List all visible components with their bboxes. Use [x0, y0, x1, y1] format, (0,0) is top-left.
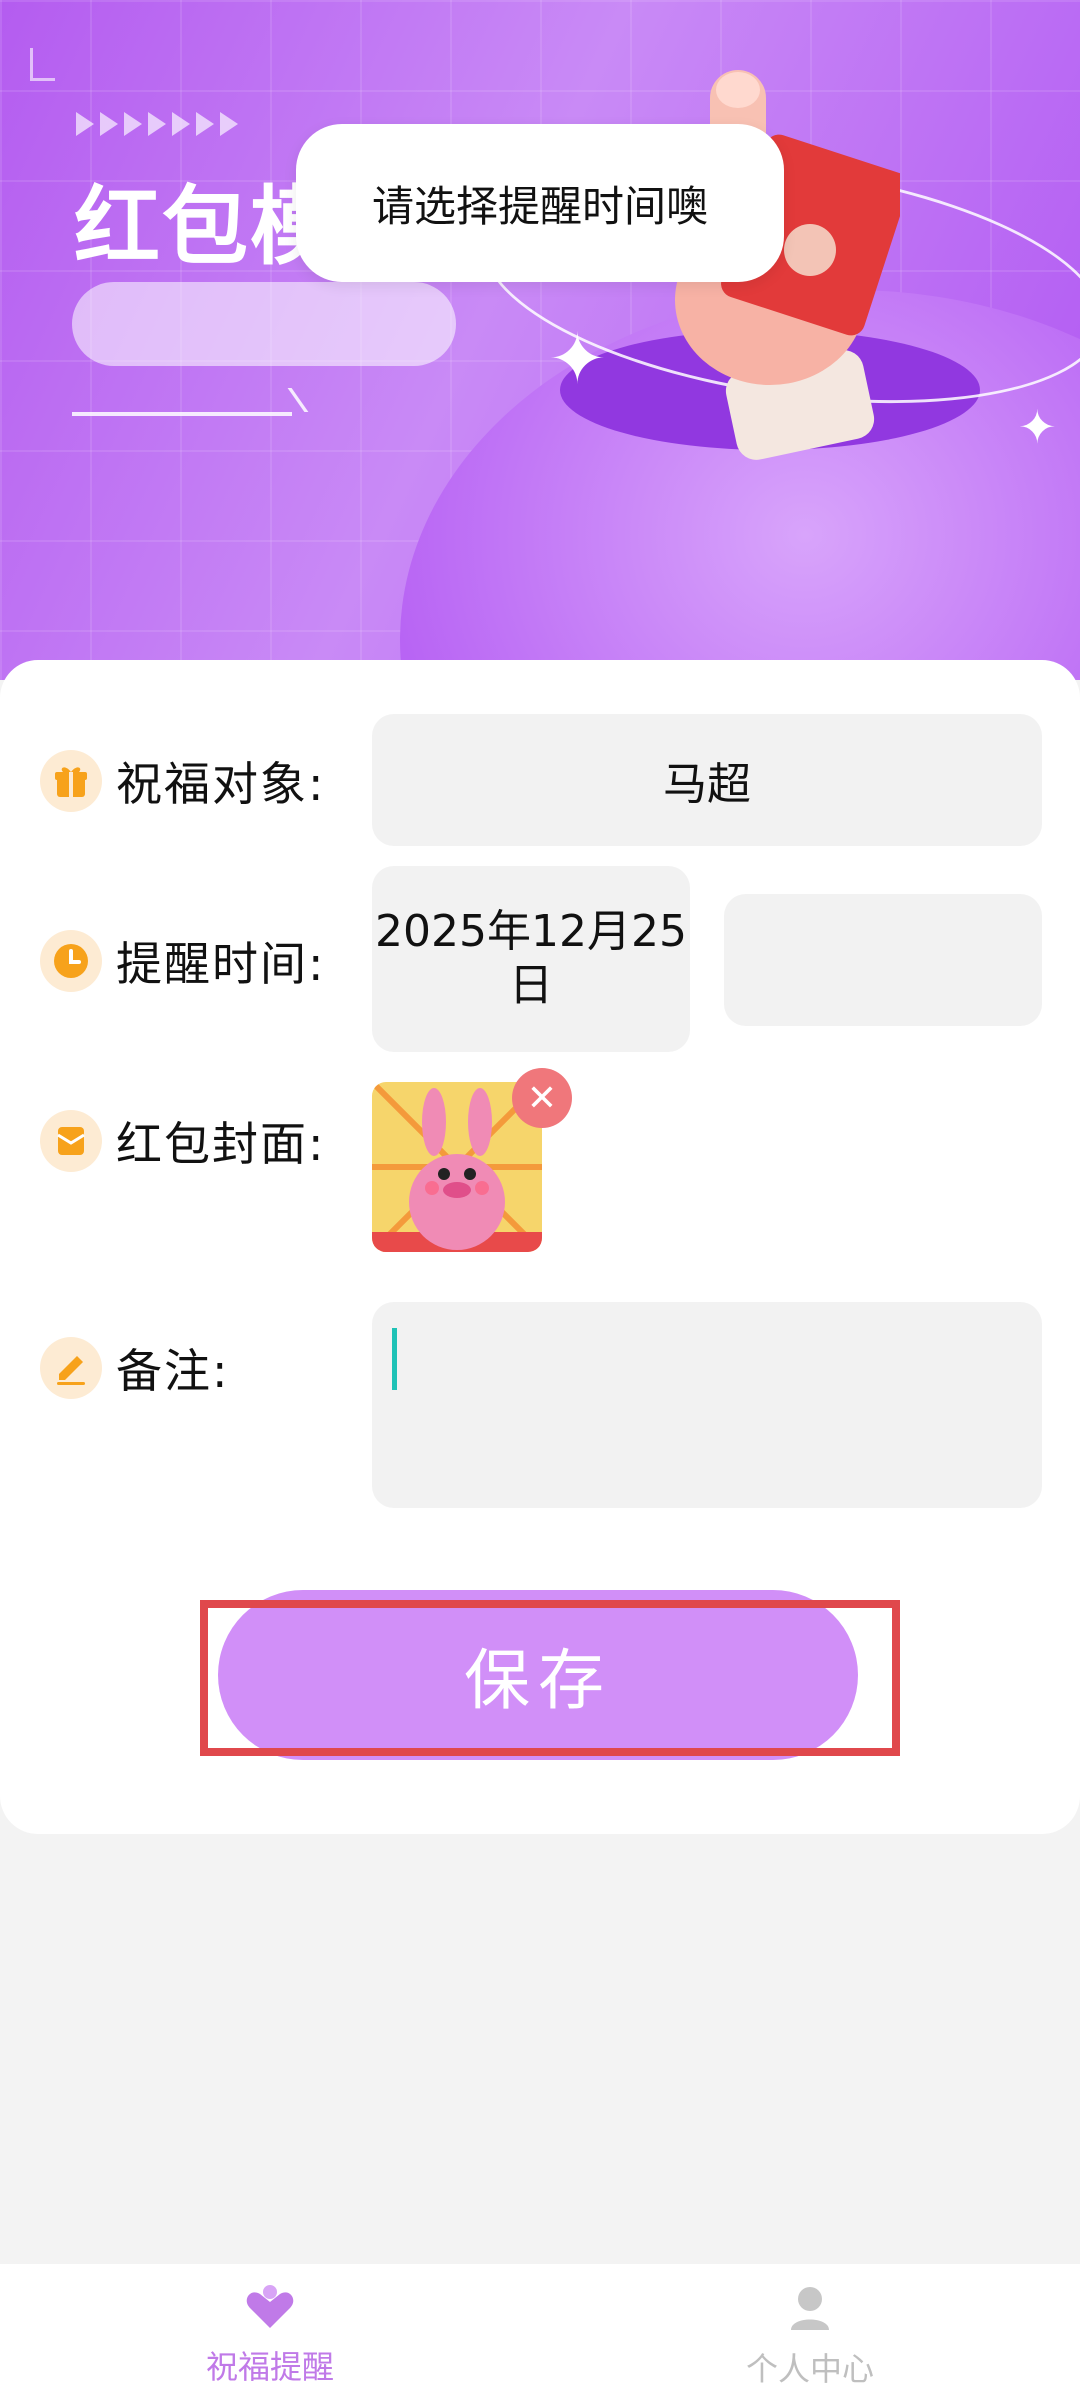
- hearts-icon: [242, 2284, 298, 2334]
- pen-icon: [40, 1337, 102, 1399]
- highlight-box: [200, 1600, 900, 1756]
- recipient-row-label: 祝福对象:: [40, 748, 326, 814]
- note-label: 备注:: [116, 1344, 230, 1398]
- note-textarea[interactable]: [372, 1302, 1042, 1508]
- remove-cover-button[interactable]: ✕: [512, 1068, 572, 1128]
- gift-icon: [40, 750, 102, 812]
- sparkle-icon: ✦: [548, 318, 607, 400]
- date-picker-field[interactable]: 2025年12月25日: [372, 866, 690, 1052]
- person-icon: [785, 2282, 835, 2336]
- note-row-label: 备注:: [40, 1335, 230, 1401]
- cover-label: 红包封面:: [116, 1117, 326, 1171]
- bottom-navigation: 祝福提醒 个人中心: [0, 2264, 1080, 2408]
- hero-subtitle-pill: [72, 282, 456, 366]
- sparkle-icon: ✦: [1018, 400, 1057, 454]
- reminder-time-label: 提醒时间:: [116, 937, 326, 991]
- hero-banner: 红包模 ✦ ✦ 请选择提醒时间噢: [0, 0, 1080, 680]
- nav-item-profile[interactable]: 个人中心: [540, 2264, 1080, 2408]
- toast-message: 请选择提醒时间噢: [296, 124, 784, 282]
- recipient-label: 祝福对象:: [116, 757, 326, 811]
- cover-row-label: 红包封面:: [40, 1108, 326, 1174]
- envelope-icon: [40, 1110, 102, 1172]
- arrow-decoration: [76, 112, 238, 142]
- recipient-field[interactable]: 马超: [372, 714, 1042, 846]
- nav-label-blessing-reminder: 祝福提醒: [205, 2348, 334, 2386]
- nav-item-blessing-reminder[interactable]: 祝福提醒: [0, 2264, 540, 2408]
- nav-label-profile: 个人中心: [745, 2350, 874, 2388]
- clock-icon: [40, 930, 102, 992]
- reminder-row-label: 提醒时间:: [40, 928, 326, 994]
- hero-underline: [72, 412, 292, 416]
- text-cursor: [392, 1328, 397, 1390]
- time-picker-field[interactable]: [724, 894, 1042, 1026]
- corner-mark: [30, 48, 55, 81]
